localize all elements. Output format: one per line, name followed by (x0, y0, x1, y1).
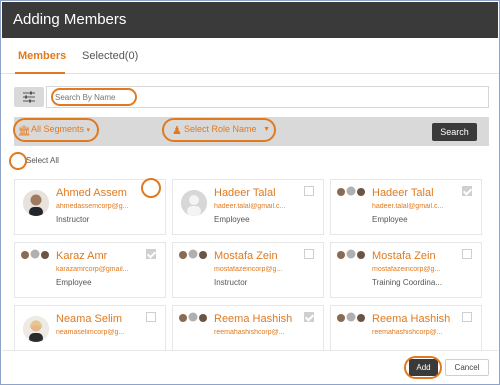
adding-members-dialog: Adding Members Members Selected(0) 🏛 All… (0, 0, 500, 385)
member-email: reemahashishcorp@... (214, 329, 285, 336)
member-name: Mostafa Zein (214, 250, 278, 262)
member-role: Employee (214, 215, 250, 224)
member-role: Instructor (56, 215, 90, 224)
avatar (19, 247, 51, 263)
member-card[interactable]: Hadeer Talal hadeer.talal@gmail.c... Emp… (172, 179, 324, 235)
member-card[interactable]: Hadeer Talal hadeer.talal@gmail.c... Emp… (330, 179, 482, 235)
member-name: Karaz Amr (56, 250, 108, 262)
filter-toggle-button[interactable] (14, 87, 44, 107)
member-role: Employee (56, 278, 92, 287)
role-dropdown[interactable]: ♟ Select Role Name ▼ (162, 118, 277, 142)
dialog-title: Adding Members (2, 2, 498, 38)
select-all-label: Select All (26, 156, 59, 165)
member-checkbox[interactable] (304, 186, 314, 196)
member-name: Reema Hashish (214, 313, 293, 325)
tab-members[interactable]: Members (18, 50, 66, 62)
member-name: Ahmed Assem (56, 187, 127, 199)
member-card[interactable]: Ahmed Assem ahmedassemcorp@g... Instruct… (14, 178, 166, 235)
avatar (181, 190, 207, 216)
cancel-button[interactable]: Cancel (445, 359, 489, 376)
member-email: hadeer.talal@gmail.c... (214, 203, 286, 210)
segments-dropdown[interactable]: 🏛 All Segments ▾ (13, 118, 99, 142)
segments-highlight (13, 118, 99, 142)
member-name: Reema Hashish (372, 313, 451, 325)
avatar (23, 190, 49, 216)
avatar (23, 316, 49, 342)
member-email: karazamrcorp@gmail... (56, 266, 129, 273)
tab-bar: Members Selected(0) (1, 38, 499, 74)
avatar (335, 247, 367, 263)
member-role: Training Coordina... (372, 278, 442, 287)
member-checkbox[interactable] (462, 186, 472, 196)
member-checkbox[interactable] (146, 312, 156, 322)
role-highlight (162, 118, 276, 142)
active-tab-indicator (15, 72, 65, 74)
member-name: Hadeer Talal (372, 187, 434, 199)
member-name: Hadeer Talal (214, 187, 276, 199)
member-checkbox[interactable] (304, 312, 314, 322)
member-email: mostafazeincorp@g... (214, 266, 283, 273)
avatar (177, 310, 209, 326)
member-name: Mostafa Zein (372, 250, 436, 262)
member-checkbox[interactable] (462, 312, 472, 322)
avatar (335, 184, 367, 200)
avatar (177, 247, 209, 263)
member-email: hadeer.talal@gmail.c... (372, 203, 444, 210)
member-role: Employee (372, 215, 408, 224)
member-email: neamaselimcorp@g... (56, 329, 125, 336)
search-highlight (51, 88, 137, 106)
dialog-footer: Add Cancel (2, 350, 498, 384)
avatar (335, 310, 367, 326)
member-checkbox[interactable] (141, 178, 161, 198)
tab-selected[interactable]: Selected(0) (82, 50, 138, 62)
search-button[interactable]: Search (432, 123, 477, 141)
select-all-checkbox[interactable] (9, 152, 27, 170)
member-email: ahmedassemcorp@g... (56, 203, 129, 210)
filter-bar: 🏛 All Segments ▾ ♟ Select Role Name ▼ Se… (13, 117, 489, 146)
add-highlight (404, 356, 442, 379)
member-role: Instructor (214, 278, 248, 287)
member-card[interactable]: Mostafa Zein mostafazeincorp@g... Traini… (330, 242, 482, 298)
sliders-icon (23, 91, 35, 103)
member-email: mostafazeincorp@g... (372, 266, 441, 273)
member-card[interactable]: Mostafa Zein mostafazeincorp@g... Instru… (172, 242, 324, 298)
member-email: reemahashishcorp@... (372, 329, 443, 336)
member-name: Neama Selim (56, 313, 123, 325)
member-checkbox[interactable] (146, 249, 156, 259)
member-card[interactable]: Karaz Amr karazamrcorp@gmail... Employee (14, 242, 166, 298)
search-field (46, 86, 489, 108)
member-checkbox[interactable] (462, 249, 472, 259)
member-checkbox[interactable] (304, 249, 314, 259)
